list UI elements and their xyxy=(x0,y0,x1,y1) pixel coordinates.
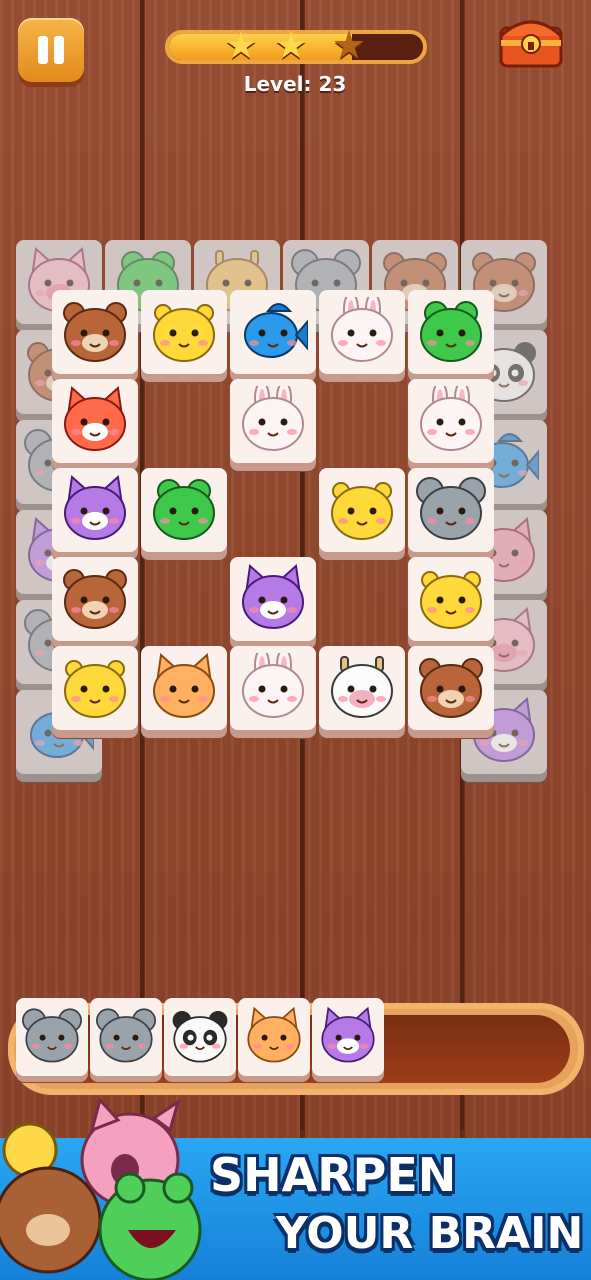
tile-koala[interactable] xyxy=(408,468,494,552)
tile-tiger[interactable] xyxy=(141,646,227,730)
fox-icon xyxy=(60,386,130,452)
tile-bunny[interactable] xyxy=(319,290,405,374)
tile-bunny[interactable] xyxy=(408,379,494,463)
tile-bunny[interactable] xyxy=(230,646,316,730)
koala-icon xyxy=(22,1006,82,1064)
tile-bear[interactable] xyxy=(52,290,138,374)
tray-tile-tiger xyxy=(238,998,310,1076)
star-filled-icon: ★ xyxy=(273,23,309,67)
tile-owl[interactable] xyxy=(230,557,316,641)
tile-chick[interactable] xyxy=(408,557,494,641)
bunny-icon xyxy=(238,648,308,719)
bear-icon xyxy=(60,564,130,630)
owl-icon xyxy=(318,1006,378,1064)
koala-icon xyxy=(416,475,486,541)
tray-tile-panda xyxy=(164,998,236,1076)
cow-icon xyxy=(327,653,397,719)
tile-bear[interactable] xyxy=(408,646,494,730)
tile-frog[interactable] xyxy=(408,290,494,374)
tile-bunny[interactable] xyxy=(230,379,316,463)
fish-icon xyxy=(238,297,309,363)
chick-icon xyxy=(327,475,397,541)
koala-icon xyxy=(96,1006,156,1064)
bunny-icon xyxy=(238,381,308,452)
bear-icon xyxy=(60,297,130,363)
tray-tile-owl xyxy=(312,998,384,1076)
owl-icon xyxy=(60,475,130,541)
mascot-group-icon xyxy=(0,1096,202,1280)
pause-icon xyxy=(38,36,48,64)
tile-fox[interactable] xyxy=(52,379,138,463)
level-progress-fill xyxy=(169,34,352,60)
tile-frog[interactable] xyxy=(141,468,227,552)
tiger-icon xyxy=(244,1006,304,1064)
level-label: Level: 23 xyxy=(243,72,347,96)
tray-tile-koala xyxy=(16,998,88,1076)
tiger-icon xyxy=(149,653,219,719)
tile-chick[interactable] xyxy=(141,290,227,374)
tile-chick[interactable] xyxy=(52,646,138,730)
banner-headline-line2: YOUR BRAIN xyxy=(276,1208,584,1259)
banner-headline-line1: SHARPEN xyxy=(210,1148,457,1202)
tray-tile-koala xyxy=(90,998,162,1076)
pause-button[interactable] xyxy=(18,18,84,82)
chick-icon xyxy=(149,297,219,363)
chick-icon xyxy=(60,653,130,719)
pause-icon xyxy=(54,36,64,64)
star-filled-icon: ★ xyxy=(223,23,259,67)
tile-chick[interactable] xyxy=(319,468,405,552)
treasure-chest-icon[interactable] xyxy=(497,14,565,70)
frog-icon xyxy=(416,297,486,363)
tile-bear[interactable] xyxy=(52,557,138,641)
tile-fish[interactable] xyxy=(230,290,316,374)
tile-cow[interactable] xyxy=(319,646,405,730)
owl-icon xyxy=(238,564,308,630)
plank-divider xyxy=(140,0,144,1130)
bunny-icon xyxy=(416,381,486,452)
bear-icon xyxy=(416,653,486,719)
star-empty-icon: ★ xyxy=(331,23,367,67)
tile-owl[interactable] xyxy=(52,468,138,552)
chick-icon xyxy=(416,564,486,630)
frog-icon xyxy=(149,475,219,541)
panda-icon xyxy=(170,1006,230,1064)
bunny-icon xyxy=(327,292,397,363)
